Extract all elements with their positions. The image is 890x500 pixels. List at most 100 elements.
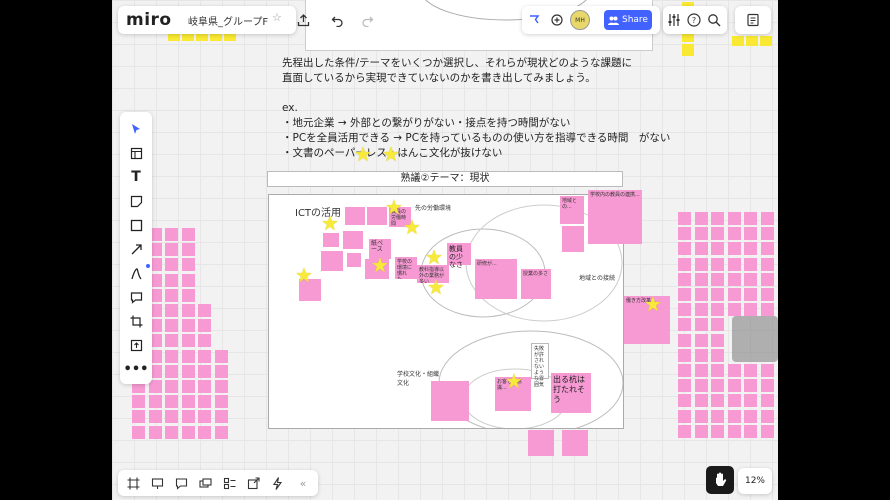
- star-sticker[interactable]: ★: [425, 247, 443, 267]
- star-sticker[interactable]: ★: [385, 197, 403, 217]
- sticky-note[interactable]: [562, 226, 584, 252]
- sticky-note[interactable]: [198, 364, 211, 378]
- sticky-note[interactable]: [727, 212, 741, 225]
- sticky-note[interactable]: [165, 349, 178, 363]
- sticky-note[interactable]: [727, 257, 741, 271]
- sticky-note[interactable]: [760, 424, 774, 438]
- sticky-note[interactable]: [694, 409, 708, 423]
- sticky-note[interactable]: [678, 212, 691, 225]
- sticky-note[interactable]: [321, 251, 343, 271]
- deru-kui-note[interactable]: 出る杭は打たれそう: [551, 373, 591, 413]
- sticky-note[interactable]: 学校内の教員の連携...: [588, 190, 642, 244]
- sticky-note[interactable]: [214, 395, 228, 409]
- sticky-note[interactable]: [694, 272, 708, 286]
- help-icon[interactable]: ?: [685, 11, 703, 29]
- sticky-note[interactable]: [678, 394, 691, 408]
- sticky-note[interactable]: [760, 409, 774, 423]
- sticky-note[interactable]: [198, 319, 211, 333]
- star-sticker[interactable]: ★: [427, 277, 445, 297]
- sticky-note[interactable]: [198, 349, 211, 363]
- sticky-note[interactable]: [694, 318, 708, 332]
- sticky-note[interactable]: [694, 227, 708, 241]
- chat-icon[interactable]: [172, 474, 190, 492]
- board-title[interactable]: 岐阜県_グループF: [188, 13, 268, 28]
- sticky-note[interactable]: [214, 425, 228, 439]
- sticky-note[interactable]: [678, 409, 691, 423]
- sticky-note[interactable]: [744, 424, 757, 438]
- sticky-note[interactable]: [744, 409, 757, 423]
- sticky-note[interactable]: [181, 395, 195, 409]
- sticky-note[interactable]: [711, 333, 724, 347]
- sticky-note[interactable]: [711, 379, 724, 393]
- sticky-note[interactable]: [148, 395, 162, 409]
- sticky-note[interactable]: [148, 410, 162, 424]
- zoom-level[interactable]: 12%: [738, 468, 772, 494]
- sticky-note[interactable]: [744, 303, 757, 317]
- star-sticker[interactable]: ★: [644, 294, 662, 314]
- yellow-sticky[interactable]: [732, 36, 744, 46]
- sticky-note[interactable]: [744, 394, 757, 408]
- sticky-note[interactable]: [760, 379, 774, 393]
- board-list-icon[interactable]: [220, 474, 238, 492]
- sticky-note[interactable]: [760, 394, 774, 408]
- star-sticker[interactable]: ★: [382, 144, 400, 164]
- white-note[interactable]: 失敗が許されないような雰囲気: [531, 343, 549, 388]
- sticky-note[interactable]: [431, 381, 469, 421]
- instruction-text[interactable]: 先程出した条件/テーマをいくつか選択し、それらが現状どのような課題に 直面してい…: [282, 56, 670, 161]
- sticky-note[interactable]: [711, 303, 724, 317]
- section-header[interactable]: 熟議②テーマ：現状: [267, 171, 623, 187]
- sticky-note[interactable]: [678, 348, 691, 362]
- sticky-note[interactable]: [727, 364, 741, 377]
- sticky-note[interactable]: [678, 227, 691, 241]
- sticky-note[interactable]: [727, 394, 741, 408]
- frame-icon[interactable]: [127, 144, 145, 162]
- sticky-note[interactable]: [678, 272, 691, 286]
- minimap-overlay[interactable]: [732, 316, 778, 362]
- sticky-note[interactable]: [165, 395, 178, 409]
- sticky-note[interactable]: [678, 424, 691, 438]
- sticky-note[interactable]: 授業の多さ: [521, 269, 551, 299]
- search-icon[interactable]: [705, 11, 723, 29]
- sticky-note[interactable]: [181, 380, 195, 393]
- avatar[interactable]: MH: [570, 10, 590, 30]
- frames-icon[interactable]: [124, 474, 142, 492]
- sticky-note[interactable]: [198, 304, 211, 317]
- sticky-note[interactable]: [562, 430, 588, 456]
- sticky-note[interactable]: [165, 380, 178, 393]
- sticky-note[interactable]: [132, 410, 145, 424]
- sticky-note[interactable]: [694, 212, 708, 225]
- sticky-note[interactable]: [343, 231, 363, 249]
- sticky-note[interactable]: [678, 257, 691, 271]
- sticky-note[interactable]: [760, 227, 774, 241]
- share-button[interactable]: Share: [604, 10, 652, 30]
- collapse-icon[interactable]: «: [294, 474, 312, 492]
- sticky-note[interactable]: [165, 258, 178, 272]
- sticky-note[interactable]: [181, 334, 195, 348]
- sticky-note[interactable]: [711, 242, 724, 256]
- sticky-note[interactable]: [181, 243, 195, 257]
- sticky-note[interactable]: [214, 380, 228, 393]
- sticky-note[interactable]: [181, 288, 195, 302]
- yellow-sticky[interactable]: [682, 44, 694, 56]
- sticky-note[interactable]: [760, 303, 774, 317]
- sticky-note[interactable]: [198, 425, 211, 439]
- screen-share-icon[interactable]: [196, 474, 214, 492]
- sticky-note[interactable]: [744, 272, 757, 286]
- export-icon[interactable]: [294, 11, 312, 29]
- star-sticker[interactable]: ★: [354, 144, 372, 164]
- sticky-note[interactable]: [711, 409, 724, 423]
- sticky-note[interactable]: [694, 242, 708, 256]
- sticky-note[interactable]: [744, 364, 757, 377]
- star-sticker[interactable]: ★: [403, 217, 421, 237]
- miro-logo[interactable]: miro: [126, 10, 172, 30]
- sticky-note-icon[interactable]: [127, 192, 145, 210]
- sticky-note[interactable]: [165, 425, 178, 439]
- sticky-note[interactable]: [181, 364, 195, 378]
- sticky-note[interactable]: [711, 257, 724, 271]
- star-sticker[interactable]: ★: [321, 213, 339, 233]
- sticky-note[interactable]: [165, 410, 178, 424]
- sticky-note[interactable]: [165, 228, 178, 241]
- favorite-star-icon[interactable]: ☆: [272, 11, 282, 24]
- sticky-note[interactable]: [760, 272, 774, 286]
- star-sticker[interactable]: ★: [371, 255, 389, 275]
